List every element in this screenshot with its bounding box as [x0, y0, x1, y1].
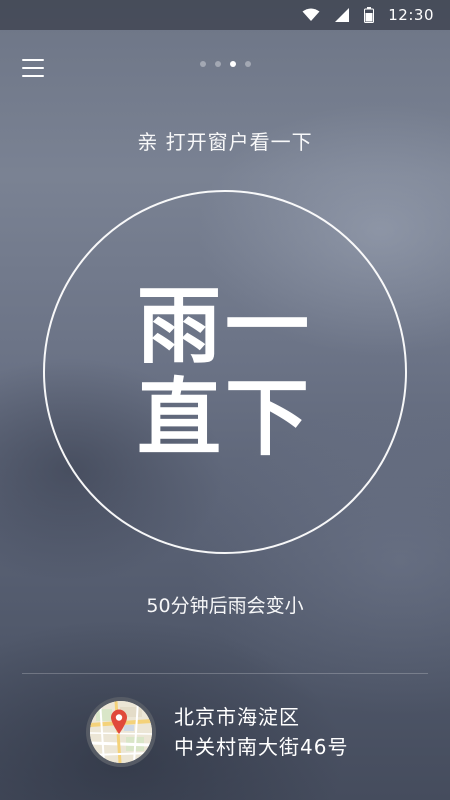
- address-district: 北京市海淀区: [174, 705, 300, 729]
- status-bar: 12:30: [0, 0, 450, 30]
- location-section[interactable]: 北京市海淀区 中关村南大街46号: [86, 697, 348, 767]
- address: 北京市海淀区 中关村南大街46号: [174, 704, 348, 760]
- weather-headline-line2: 直下: [136, 369, 313, 467]
- weather-headline-line1: 雨一: [136, 277, 313, 375]
- status-time: 12:30: [388, 6, 434, 24]
- page-dot[interactable]: [214, 61, 221, 67]
- weather-circle[interactable]: 雨一 直下: [43, 190, 407, 554]
- page-dot[interactable]: [244, 61, 251, 67]
- wifi-icon: [302, 8, 320, 21]
- weather-tip: 亲 打开窗户看一下: [137, 130, 313, 154]
- battery-icon: [364, 7, 375, 23]
- map-thumbnail[interactable]: [86, 697, 156, 767]
- divider: [22, 673, 428, 674]
- page-dot-active[interactable]: [229, 61, 236, 67]
- forecast-text: 50分钟后雨会变小: [146, 595, 304, 617]
- menu-icon-bar: [22, 75, 44, 77]
- page-indicator: [0, 61, 450, 67]
- page-dot[interactable]: [199, 61, 206, 67]
- menu-icon-bar: [22, 67, 44, 69]
- map-pin-icon: [111, 709, 127, 734]
- address-street: 中关村南大街46号: [174, 735, 349, 759]
- signal-icon: [335, 8, 350, 22]
